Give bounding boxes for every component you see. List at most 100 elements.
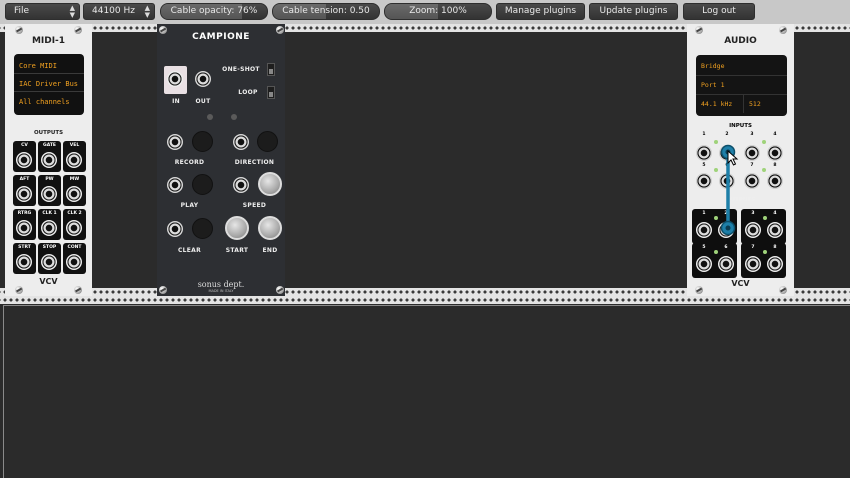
cable-opacity-slider[interactable]: Cable opacity: 76% (160, 3, 268, 20)
midi1-output-label: RTRG (17, 211, 32, 216)
midi1-output-label: PW (45, 177, 54, 182)
audio-driver[interactable]: Bridge (696, 57, 787, 76)
midi1-module[interactable]: MIDI-1 Core MIDI IAC Driver Bus All chan… (5, 24, 92, 296)
jack-icon[interactable] (41, 152, 57, 168)
play-button[interactable] (192, 174, 213, 195)
midi1-output-stop: STOP (38, 243, 61, 274)
record-label: RECORD (174, 159, 205, 166)
one-shot-label: ONE-SHOT (222, 66, 260, 73)
speed-label: SPEED (242, 202, 267, 209)
speed-jack[interactable] (233, 177, 249, 193)
audio-input-number: 8 (773, 163, 777, 168)
updown-arrows-icon: ▲ ▼ (144, 4, 150, 19)
start-knob[interactable] (225, 216, 249, 240)
audio-input-jack[interactable] (696, 145, 712, 161)
record-button[interactable] (192, 131, 213, 152)
jack-icon[interactable] (41, 186, 57, 202)
jack-icon[interactable] (16, 186, 32, 202)
direction-jack[interactable] (233, 134, 249, 150)
audio-sample-rate[interactable]: 44.1 kHz (696, 95, 744, 113)
audio-input-number: 7 (750, 163, 754, 168)
audio-input-jack[interactable] (719, 173, 735, 189)
audio-display[interactable]: Bridge Port 1 44.1 kHz 512 (696, 55, 787, 116)
audio-block-size[interactable]: 512 (744, 95, 787, 113)
audio-output-led (714, 250, 718, 254)
midi1-channel[interactable]: All channels (14, 94, 84, 110)
made-in-label: MADE IN ITALY (208, 289, 234, 293)
jack-icon[interactable] (66, 254, 82, 270)
screw-icon (15, 286, 23, 294)
play-jack[interactable] (167, 177, 183, 193)
midi1-output-label: AFT (19, 177, 30, 182)
jack-icon[interactable] (16, 220, 32, 236)
audio-input-number: 1 (702, 132, 706, 137)
midi1-device[interactable]: IAC Driver Bus (14, 76, 84, 92)
jack-icon[interactable] (66, 186, 82, 202)
audio-outputs-label: OUTPUTS (725, 197, 756, 203)
campione-title: CAMPIONE (192, 32, 250, 42)
jack-icon[interactable] (66, 220, 82, 236)
audio-output-number: 1 (702, 211, 706, 216)
update-plugins-button[interactable]: Update plugins (589, 3, 678, 20)
manage-plugins-button[interactable]: Manage plugins (496, 3, 585, 20)
cable-tension-slider[interactable]: Cable tension: 0.50 (272, 3, 380, 20)
jack-icon[interactable] (41, 254, 57, 270)
campione-module[interactable]: CAMPIONE IN OUT ONE-SHOT LOOP RECORD DIR… (157, 24, 285, 296)
clear-jack[interactable] (167, 221, 183, 237)
record-jack[interactable] (167, 134, 183, 150)
jack-icon[interactable] (41, 220, 57, 236)
midi1-output-pw: PW (38, 175, 61, 206)
midi1-display[interactable]: Core MIDI IAC Driver Bus All channels (14, 54, 84, 115)
status-led-left (207, 114, 213, 120)
audio-output-jack[interactable] (767, 222, 783, 238)
audio-inputs-label: INPUTS (729, 123, 752, 129)
audio-output-jack[interactable] (745, 256, 761, 272)
midi1-output-clk-2: CLK 2 (63, 209, 86, 240)
end-knob[interactable] (258, 216, 282, 240)
updown-arrows-icon: ▲ ▼ (69, 4, 75, 19)
midi1-output-mw: MW (63, 175, 86, 206)
audio-input-number: 4 (773, 132, 777, 137)
toolbar: File ▲ ▼ 44100 Hz ▲ ▼ Cable opacity: 76% C… (0, 0, 850, 24)
empty-rack-row[interactable] (3, 305, 850, 478)
start-label: START (225, 247, 249, 254)
loop-switch[interactable] (267, 86, 275, 99)
in-jack[interactable] (167, 71, 183, 87)
audio-input-jack[interactable] (744, 173, 760, 189)
zoom-slider[interactable]: Zoom: 100% (384, 3, 492, 20)
sample-rate-select[interactable]: 44100 Hz ▲ ▼ (83, 3, 155, 20)
file-menu-select[interactable]: File ▲ ▼ (5, 3, 80, 20)
midi1-output-vel: VEL (63, 141, 86, 172)
manage-plugins-label: Manage plugins (504, 6, 577, 16)
audio-input-led (762, 140, 766, 144)
speed-knob[interactable] (258, 172, 282, 196)
screw-icon (695, 26, 703, 34)
clear-button[interactable] (192, 218, 213, 239)
audio-output-led (763, 216, 767, 220)
midi1-output-label: STOP (42, 245, 57, 250)
audio-output-jack[interactable] (745, 222, 761, 238)
jack-icon[interactable] (66, 152, 82, 168)
audio-input-jack[interactable] (744, 145, 760, 161)
audio-output-jack[interactable] (696, 256, 712, 272)
audio-input-number: 3 (750, 132, 754, 137)
audio-output-jack[interactable] (718, 222, 734, 238)
midi1-output-label: STRT (18, 245, 31, 250)
midi1-output-gate: GATE (38, 141, 61, 172)
midi1-brand-logo: VCV (39, 277, 58, 286)
direction-label: DIRECTION (234, 159, 275, 166)
audio-output-jack[interactable] (767, 256, 783, 272)
audio-input-jack[interactable] (767, 145, 783, 161)
jack-icon[interactable] (16, 152, 32, 168)
logout-button[interactable]: Log out (683, 3, 755, 20)
jack-icon[interactable] (16, 254, 32, 270)
audio-output-jack[interactable] (718, 256, 734, 272)
direction-button[interactable] (257, 131, 278, 152)
audio-input-jack[interactable] (767, 173, 783, 189)
audio-output-jack[interactable] (696, 222, 712, 238)
out-jack[interactable] (195, 71, 211, 87)
midi1-driver[interactable]: Core MIDI (14, 58, 84, 74)
one-shot-switch[interactable] (267, 63, 275, 76)
audio-port[interactable]: Port 1 (696, 76, 787, 95)
audio-input-jack[interactable] (696, 173, 712, 189)
